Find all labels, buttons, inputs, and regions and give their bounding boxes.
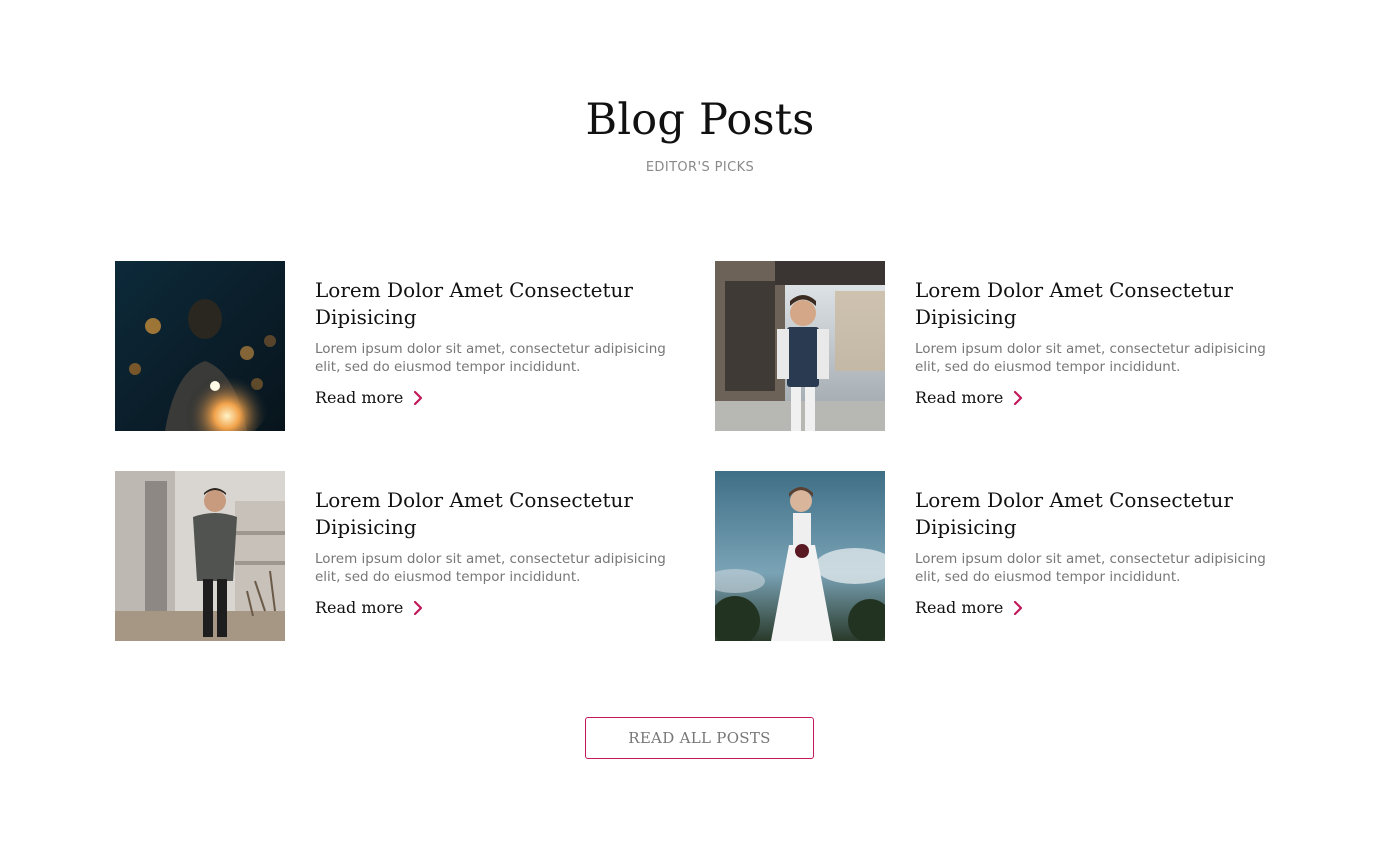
chevron-right-icon xyxy=(414,390,423,405)
post-card: Lorem Dolor Amet Consectetur Dipisicing … xyxy=(115,261,685,431)
post-title[interactable]: Lorem Dolor Amet Consectetur Dipisicing xyxy=(315,277,685,331)
read-more-label: Read more xyxy=(315,598,404,617)
post-image xyxy=(115,261,285,431)
read-more-label: Read more xyxy=(315,388,404,407)
post-excerpt: Lorem ipsum dolor sit amet, consectetur … xyxy=(915,551,1266,585)
post-body: Lorem Dolor Amet Consectetur Dipisicing … xyxy=(315,471,685,641)
post-image xyxy=(715,471,885,641)
page-title: Blog Posts xyxy=(585,95,815,145)
post-image xyxy=(115,471,285,641)
post-title[interactable]: Lorem Dolor Amet Consectetur Dipisicing xyxy=(315,487,685,541)
post-card: Lorem Dolor Amet Consectetur Dipisicing … xyxy=(115,471,685,641)
post-excerpt: Lorem ipsum dolor sit amet, consectetur … xyxy=(915,341,1266,375)
posts-grid: Lorem Dolor Amet Consectetur Dipisicing … xyxy=(115,261,1285,641)
post-body: Lorem Dolor Amet Consectetur Dipisicing … xyxy=(915,261,1285,431)
post-thumbnail[interactable] xyxy=(715,261,885,431)
chevron-right-icon xyxy=(1014,390,1023,405)
read-more-link[interactable]: Read more xyxy=(315,598,423,617)
read-more-label: Read more xyxy=(915,388,1004,407)
post-excerpt: Lorem ipsum dolor sit amet, consectetur … xyxy=(315,551,666,585)
chevron-right-icon xyxy=(414,600,423,615)
post-thumbnail[interactable] xyxy=(115,261,285,431)
post-card: Lorem Dolor Amet Consectetur Dipisicing … xyxy=(715,471,1285,641)
chevron-right-icon xyxy=(1014,600,1023,615)
post-title[interactable]: Lorem Dolor Amet Consectetur Dipisicing xyxy=(915,487,1285,541)
post-title[interactable]: Lorem Dolor Amet Consectetur Dipisicing xyxy=(915,277,1285,331)
read-all-posts-button[interactable]: READ ALL POSTS xyxy=(585,717,814,759)
read-more-link[interactable]: Read more xyxy=(315,388,423,407)
read-more-label: Read more xyxy=(915,598,1004,617)
read-more-link[interactable]: Read more xyxy=(915,388,1023,407)
read-more-link[interactable]: Read more xyxy=(915,598,1023,617)
post-card: Lorem Dolor Amet Consectetur Dipisicing … xyxy=(715,261,1285,431)
post-excerpt: Lorem ipsum dolor sit amet, consectetur … xyxy=(315,341,666,375)
section-header: Blog Posts EDITOR'S PICKS xyxy=(0,92,1400,175)
post-body: Lorem Dolor Amet Consectetur Dipisicing … xyxy=(315,261,685,431)
post-body: Lorem Dolor Amet Consectetur Dipisicing … xyxy=(915,471,1285,641)
post-thumbnail[interactable] xyxy=(115,471,285,641)
post-image xyxy=(715,261,885,431)
section-subtitle: EDITOR'S PICKS xyxy=(645,160,755,175)
post-thumbnail[interactable] xyxy=(715,471,885,641)
